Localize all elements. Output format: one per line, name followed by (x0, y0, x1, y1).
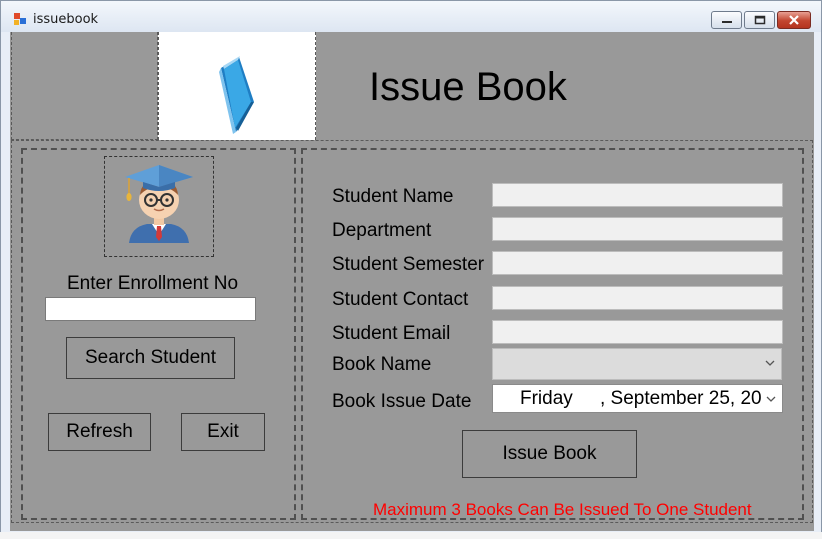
form-client-area: Issue Book Enter Enrollment No Search St… (10, 32, 814, 531)
minimize-icon (721, 21, 732, 23)
search-student-button[interactable]: Search Student (66, 337, 235, 379)
student-email-label: Student Email (332, 323, 451, 344)
student-semester-label: Student Semester (332, 254, 485, 275)
title-bar[interactable]: issuebook (1, 1, 821, 32)
student-email-field[interactable] (492, 320, 783, 344)
book-name-label: Book Name (332, 354, 432, 375)
window: issuebook Issue Book Enter Enrollment No… (0, 0, 822, 539)
app-icon (14, 13, 26, 25)
header-spacer (11, 32, 158, 140)
max-books-warning: Maximum 3 Books Can Be Issued To One Stu… (373, 500, 752, 519)
logo-box (158, 32, 316, 140)
student-avatar-icon (125, 165, 193, 243)
page-title: Issue Book (369, 65, 567, 109)
exit-button[interactable]: Exit (181, 413, 265, 451)
refresh-button[interactable]: Refresh (48, 413, 151, 451)
maximize-icon (754, 15, 765, 25)
issue-date-text: , September 25, 20 (600, 388, 762, 409)
book-name-dropdown[interactable] (492, 348, 782, 380)
enrollment-input[interactable] (45, 297, 256, 321)
maximize-button[interactable] (744, 11, 775, 29)
book-icon (219, 56, 254, 134)
avatar-box (104, 156, 214, 257)
student-name-field[interactable] (492, 183, 783, 207)
close-button[interactable] (777, 11, 811, 29)
window-title: issuebook (33, 12, 99, 27)
student-name-label: Student Name (332, 186, 454, 207)
issue-date-day: Friday (520, 388, 573, 409)
close-icon (789, 15, 799, 25)
minimize-button[interactable] (711, 11, 742, 29)
issue-date-label: Book Issue Date (332, 391, 472, 412)
window-bottom-edge (0, 532, 822, 539)
chevron-down-icon (766, 395, 776, 403)
student-contact-label: Student Contact (332, 289, 469, 310)
enrollment-label: Enter Enrollment No (67, 273, 239, 294)
issue-book-button[interactable]: Issue Book (462, 430, 637, 478)
student-semester-field[interactable] (492, 251, 783, 275)
issue-date-picker[interactable]: Friday , September 25, 20 (492, 384, 783, 413)
department-field[interactable] (492, 217, 783, 241)
department-label: Department (332, 220, 432, 241)
student-contact-field[interactable] (492, 286, 783, 310)
chevron-down-icon (765, 360, 775, 366)
